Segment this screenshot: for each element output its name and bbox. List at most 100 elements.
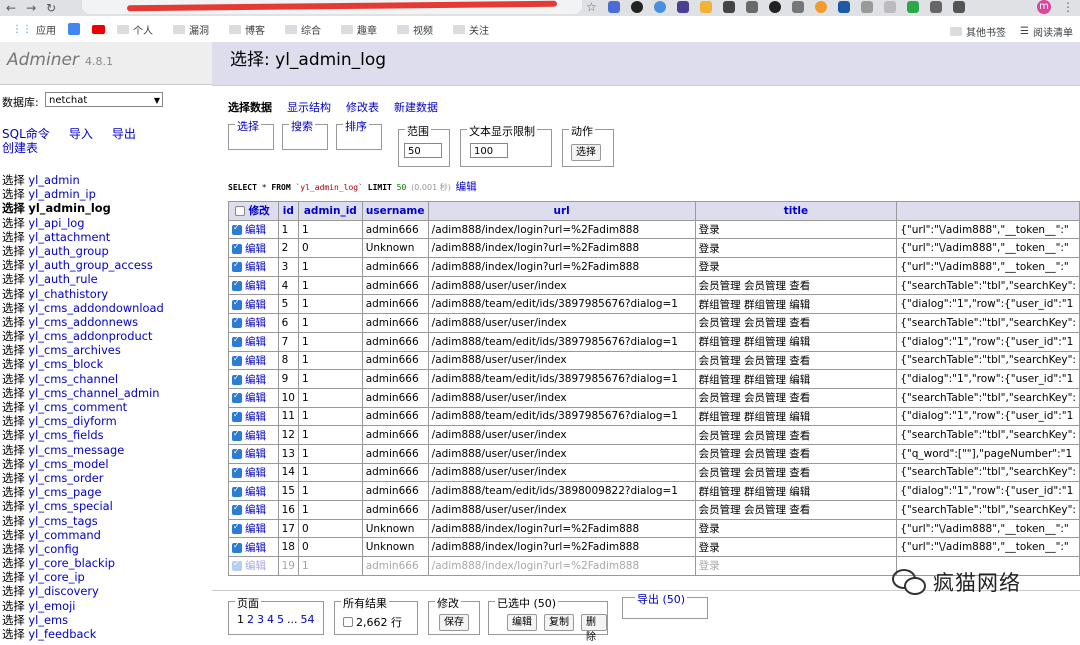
table-name-link[interactable]: yl_command: [28, 528, 100, 542]
row-checkbox[interactable]: [232, 485, 242, 497]
row-checkbox[interactable]: [232, 298, 242, 310]
select-table-link[interactable]: 选择: [2, 570, 25, 584]
menu-icon[interactable]: ⋮: [1062, 0, 1074, 14]
row-edit-link[interactable]: 编辑: [245, 411, 266, 423]
puzzle-icon[interactable]: [953, 1, 965, 13]
table-name-link[interactable]: yl_cms_addonnews: [28, 315, 138, 329]
bookmark-folder-video[interactable]: 视频: [397, 22, 433, 37]
export-link[interactable]: 导出: [112, 127, 136, 141]
row-checkbox[interactable]: [232, 223, 242, 236]
bookmark-apps[interactable]: ⋮⋮ 应用: [12, 22, 56, 37]
text-length-input[interactable]: 100: [470, 143, 508, 158]
table-name-link[interactable]: yl_api_log: [28, 216, 84, 230]
row-checkbox[interactable]: [232, 316, 242, 329]
page-link[interactable]: 5: [277, 613, 284, 626]
row-edit-link[interactable]: 编辑: [245, 299, 266, 311]
tab-new-item[interactable]: 新建数据: [394, 99, 438, 115]
table-name-link[interactable]: yl_auth_rule: [28, 272, 97, 286]
profile-avatar[interactable]: m: [1037, 0, 1051, 14]
select-table-link[interactable]: 选择: [2, 471, 25, 485]
table-name-link[interactable]: yl_cms_addondownload: [28, 301, 163, 315]
extension-icon[interactable]: [769, 1, 781, 13]
table-name-link[interactable]: yl_cms_archives: [28, 343, 120, 357]
table-name-link[interactable]: yl_feedback: [28, 627, 96, 641]
row-checkbox[interactable]: [232, 410, 242, 422]
extension-icon[interactable]: [746, 1, 758, 13]
table-name-link[interactable]: yl_cms_page: [28, 485, 101, 499]
select-table-link[interactable]: 选择: [2, 400, 25, 414]
select-table-link[interactable]: 选择: [2, 627, 25, 641]
table-name-link[interactable]: yl_cms_model: [28, 457, 108, 471]
select-table-link[interactable]: 选择: [2, 343, 25, 357]
bookmark-folder-personal[interactable]: 个人: [117, 22, 153, 37]
table-name-link[interactable]: yl_cms_diyform: [28, 414, 116, 428]
sql-command-link[interactable]: SQL命令: [2, 127, 50, 141]
row-checkbox[interactable]: [232, 447, 242, 460]
table-name-link[interactable]: yl_core_ip: [28, 570, 84, 584]
table-name-link[interactable]: yl_emoji: [28, 599, 75, 613]
back-icon[interactable]: ←: [6, 1, 16, 15]
reading-list[interactable]: ☰ 阅读清单: [1020, 24, 1073, 39]
page-link[interactable]: 4: [267, 613, 274, 626]
extension-icon[interactable]: [884, 1, 896, 13]
header-modify[interactable]: 修改: [228, 201, 279, 221]
table-name-link[interactable]: yl_chathistory: [28, 287, 108, 301]
data-grid-wrapper[interactable]: 修改 id admin_id username url title 编辑11ad…: [228, 201, 1080, 591]
row-checkbox[interactable]: [232, 466, 242, 478]
row-checkbox[interactable]: [232, 260, 242, 273]
extension-icon[interactable]: [838, 1, 850, 13]
bookmark-folder-fun[interactable]: 趣章: [341, 22, 377, 37]
row-checkbox[interactable]: [232, 541, 242, 553]
select-table-link[interactable]: 选择: [2, 499, 25, 513]
table-name-link[interactable]: yl_admin: [28, 173, 79, 187]
select-table-link[interactable]: 选择: [2, 556, 25, 570]
header-content[interactable]: [896, 201, 1080, 221]
row-edit-link[interactable]: 编辑: [245, 430, 266, 442]
row-edit-link[interactable]: 编辑: [245, 224, 266, 236]
page-link[interactable]: 54: [301, 613, 315, 626]
select-table-link[interactable]: 选择: [2, 485, 25, 499]
select-table-link[interactable]: 选择: [2, 613, 25, 627]
table-name-link[interactable]: yl_cms_addonproduct: [28, 329, 152, 343]
row-checkbox[interactable]: [232, 279, 242, 292]
select-table-link[interactable]: 选择: [2, 443, 25, 457]
extension-icon[interactable]: [677, 1, 689, 13]
table-name-link[interactable]: yl_cms_special: [28, 499, 112, 513]
all-results-checkbox[interactable]: [343, 617, 353, 627]
header-username[interactable]: username: [361, 201, 429, 221]
table-name-link[interactable]: yl_admin_ip: [28, 187, 95, 201]
bookmark-star-icon[interactable]: ☆: [586, 0, 597, 14]
table-name-link[interactable]: yl_cms_channel_admin: [28, 386, 159, 400]
row-edit-link[interactable]: 编辑: [245, 336, 266, 348]
table-name-link[interactable]: yl_cms_block: [28, 357, 103, 371]
select-submit-button[interactable]: 选择: [571, 144, 601, 161]
select-table-link[interactable]: 选择: [2, 187, 25, 201]
select-table-link[interactable]: 选择: [2, 230, 25, 244]
select-table-link[interactable]: 选择: [2, 372, 25, 386]
select-table-link[interactable]: 选择: [2, 272, 25, 286]
select-table-link[interactable]: 选择: [2, 414, 25, 428]
search-legend[interactable]: 搜索: [289, 118, 315, 134]
select-table-link[interactable]: 选择: [2, 173, 25, 187]
select-table-link[interactable]: 选择: [2, 329, 25, 343]
table-name-link[interactable]: yl_cms_comment: [28, 400, 127, 414]
row-edit-link[interactable]: 编辑: [245, 448, 266, 460]
extension-icon[interactable]: [815, 1, 827, 13]
extension-icon[interactable]: [930, 1, 942, 13]
table-name-link[interactable]: yl_discovery: [28, 584, 98, 598]
delete-selected-button[interactable]: 删除: [581, 614, 607, 643]
select-table-link[interactable]: 选择: [2, 315, 25, 329]
select-legend[interactable]: 选择: [235, 118, 261, 134]
extension-icon[interactable]: [654, 1, 666, 13]
select-table-link[interactable]: 选择: [2, 514, 25, 528]
extension-icon[interactable]: [723, 1, 735, 13]
select-table-link[interactable]: 选择: [2, 258, 25, 272]
row-edit-link[interactable]: 编辑: [245, 355, 266, 367]
select-all-checkbox[interactable]: [235, 206, 245, 217]
clone-selected-button[interactable]: 复制: [544, 614, 574, 631]
tab-show-structure[interactable]: 显示结构: [287, 99, 331, 115]
row-edit-link[interactable]: 编辑: [245, 392, 266, 404]
extension-icon[interactable]: [631, 1, 643, 13]
table-name-link[interactable]: yl_cms_order: [28, 471, 103, 485]
row-edit-link[interactable]: 编辑: [245, 243, 266, 255]
